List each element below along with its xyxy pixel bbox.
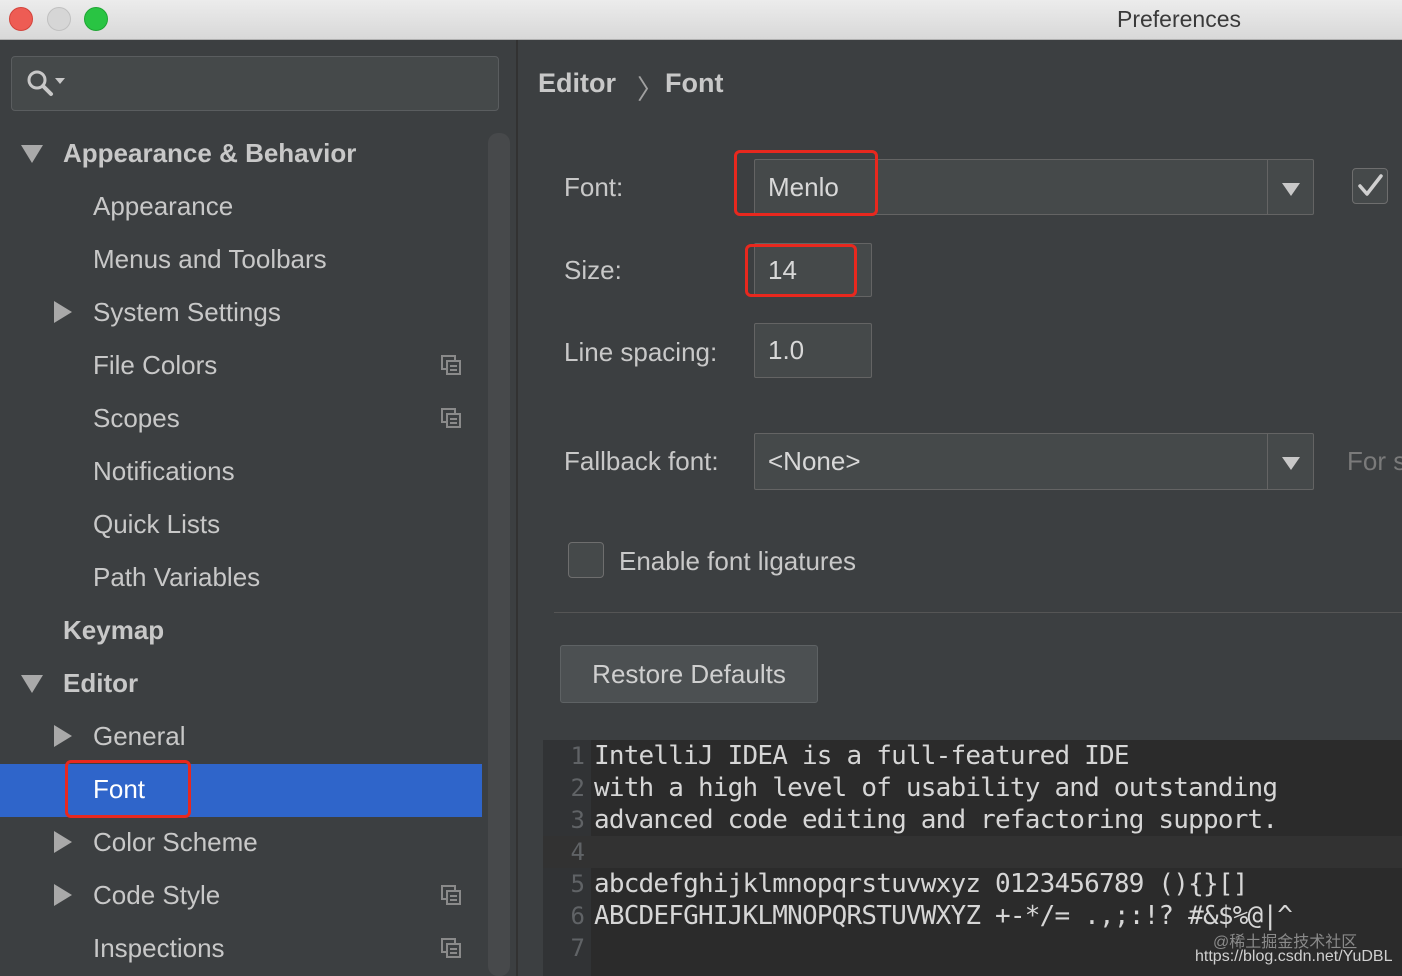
sidebar-item-appearance[interactable]: Appearance <box>93 180 233 233</box>
show-only-monospaced-checkbox[interactable] <box>1352 168 1388 204</box>
sidebar-item-scopes[interactable]: Scopes <box>93 392 180 445</box>
search-dropdown-icon[interactable] <box>26 69 68 99</box>
line-number: 5 <box>570 870 585 898</box>
breadcrumb-separator: 〉 <box>637 75 664 105</box>
sidebar-item-keymap[interactable]: Keymap <box>63 604 164 657</box>
size-label: Size: <box>564 255 622 285</box>
font-label: Font: <box>564 172 624 202</box>
line-spacing-input[interactable]: 1.0 <box>754 323 872 378</box>
sidebar-item-menus-toolbars[interactable]: Menus and Toolbars <box>93 233 327 286</box>
fallback-font-hint: For s <box>1347 446 1402 476</box>
line-number: 3 <box>570 806 585 834</box>
font-item-highlight-box <box>65 760 191 818</box>
sidebar-item-notifications[interactable]: Notifications <box>93 445 235 498</box>
line-number: 2 <box>570 774 585 802</box>
sidebar-item-inspections[interactable]: Inspections <box>93 922 225 975</box>
close-window-button[interactable] <box>9 7 33 31</box>
line-number: 6 <box>570 902 585 930</box>
size-value-highlight-box <box>745 244 857 297</box>
maximize-window-button[interactable] <box>84 7 108 31</box>
collapse-arrow-icon[interactable] <box>54 301 72 323</box>
breadcrumb-parent[interactable]: Editor <box>538 68 616 99</box>
sidebar-item-system-settings[interactable]: System Settings <box>93 286 281 339</box>
current-line-highlight <box>543 836 1402 868</box>
sidebar-item-file-colors[interactable]: File Colors <box>93 339 217 392</box>
settings-sidebar <box>0 40 516 976</box>
window-title: Preferences <box>1117 6 1242 32</box>
preview-line: ABCDEFGHIJKLMNOPQRSTUVWXYZ +-*/= .,;:!? … <box>594 901 1293 931</box>
expand-arrow-icon[interactable] <box>21 675 43 693</box>
line-number: 1 <box>570 742 585 770</box>
watermark-url: https://blog.csdn.net/YuDBL <box>1195 948 1393 965</box>
enable-ligatures-label[interactable]: Enable font ligatures <box>619 546 856 577</box>
section-separator <box>554 612 1402 613</box>
collapse-arrow-icon[interactable] <box>54 725 72 747</box>
restore-defaults-button[interactable]: Restore Defaults <box>560 645 818 703</box>
preview-line: IntelliJ IDEA is a full-featured IDE <box>594 741 1130 771</box>
sidebar-item-path-variables[interactable]: Path Variables <box>93 551 260 604</box>
preview-line: advanced code editing and refactoring su… <box>594 805 1278 835</box>
chevron-down-icon[interactable] <box>1267 160 1313 214</box>
line-number: 4 <box>570 838 585 866</box>
preview-line: with a high level of usability and outst… <box>594 773 1278 803</box>
sidebar-item-quick-lists[interactable]: Quick Lists <box>93 498 220 551</box>
breadcrumb-current: Font <box>665 68 724 98</box>
settings-search-input[interactable] <box>11 56 499 111</box>
fallback-font-value: <None> <box>768 446 861 476</box>
checkmark-icon <box>1358 174 1383 196</box>
sidebar-item-general[interactable]: General <box>93 710 186 763</box>
project-settings-icon <box>441 885 461 905</box>
fallback-font-label: Fallback font: <box>564 446 719 476</box>
minimize-window-button[interactable] <box>47 7 71 31</box>
sidebar-item-code-style[interactable]: Code Style <box>93 869 220 922</box>
chevron-down-icon[interactable] <box>1267 434 1313 489</box>
expand-arrow-icon[interactable] <box>21 145 43 163</box>
title-bar: Preferences <box>0 0 1402 40</box>
project-settings-icon <box>441 408 461 428</box>
project-settings-icon <box>441 938 461 958</box>
preview-line: abcdefghijklmnopqrstuvwxyz 0123456789 ()… <box>594 869 1248 899</box>
sidebar-item-appearance-behavior[interactable]: Appearance & Behavior <box>63 127 356 180</box>
line-number: 7 <box>570 934 585 962</box>
sidebar-item-editor[interactable]: Editor <box>63 657 138 710</box>
font-value-highlight-box <box>734 150 878 216</box>
project-settings-icon <box>441 355 461 375</box>
line-spacing-label: Line spacing: <box>564 337 718 367</box>
sidebar-item-color-scheme[interactable]: Color Scheme <box>93 816 258 869</box>
collapse-arrow-icon[interactable] <box>54 884 72 906</box>
sidebar-scrollbar[interactable] <box>488 133 510 976</box>
collapse-arrow-icon[interactable] <box>54 831 72 853</box>
fallback-font-dropdown[interactable]: <None> <box>754 433 1314 490</box>
enable-ligatures-checkbox[interactable] <box>568 542 604 578</box>
